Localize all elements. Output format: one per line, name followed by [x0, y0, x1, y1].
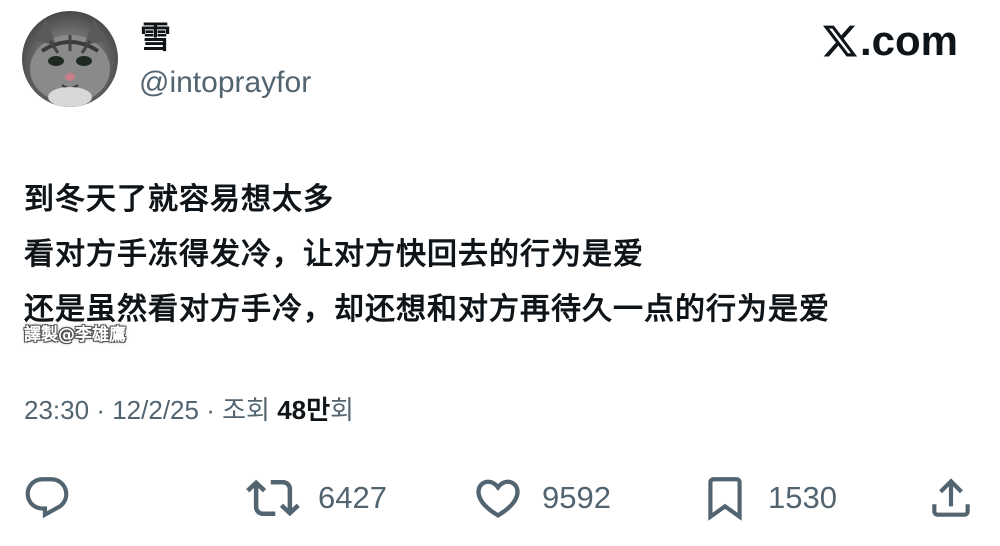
- views-suffix: 회: [330, 395, 354, 425]
- tweet-line: 到冬天了就容易想太多: [24, 182, 334, 217]
- reply-button[interactable]: [22, 468, 72, 528]
- meta-separator: ·: [206, 395, 215, 425]
- avatar[interactable]: [22, 11, 118, 107]
- share-button[interactable]: [926, 468, 976, 528]
- views-count[interactable]: 48: [277, 395, 306, 425]
- retweet-button[interactable]: 6427: [246, 468, 387, 528]
- cat-avatar-image: [30, 19, 110, 107]
- tweet-time[interactable]: 23:30: [24, 395, 89, 425]
- brand-logo: .com: [821, 18, 958, 64]
- user-handle[interactable]: @intoprayfor: [139, 64, 311, 102]
- like-count: 9592: [542, 480, 611, 515]
- share-icon: [932, 478, 970, 517]
- translation-credit-watermark: 譯製@李雄鷹: [24, 325, 126, 345]
- tweet-line: 还是虽然看对方手冷，却还想和对方再待久一点的行为是爱: [24, 292, 830, 327]
- views-label: 조회: [222, 395, 270, 425]
- bookmark-button[interactable]: 1530: [700, 468, 837, 528]
- display-name[interactable]: 雪: [140, 18, 171, 58]
- retweet-icon: [246, 479, 300, 517]
- views-unit: 만: [306, 395, 331, 425]
- like-button[interactable]: 9592: [472, 468, 611, 528]
- reply-icon: [25, 477, 69, 519]
- tweet-date[interactable]: 12/2/25: [112, 395, 199, 425]
- retweet-count: 6427: [318, 480, 387, 515]
- tweet-action-bar: 6427 9592 1530: [0, 468, 1000, 528]
- tweet-line: 看对方手冻得发冷，让对方快回去的行为是爱: [24, 237, 644, 272]
- brand-text: .com: [859, 17, 958, 64]
- tweet-meta: 23:30 · 12/2/25 · 조회 48만회: [24, 392, 354, 428]
- x-logo-icon: [822, 25, 858, 57]
- tweet-text: 到冬天了就容易想太多 看对方手冻得发冷，让对方快回去的行为是爱 还是虽然看对方手…: [24, 172, 984, 337]
- meta-separator: ·: [96, 395, 105, 425]
- bookmark-count: 1530: [768, 480, 837, 515]
- heart-icon: [476, 479, 520, 518]
- bookmark-icon: [708, 477, 742, 521]
